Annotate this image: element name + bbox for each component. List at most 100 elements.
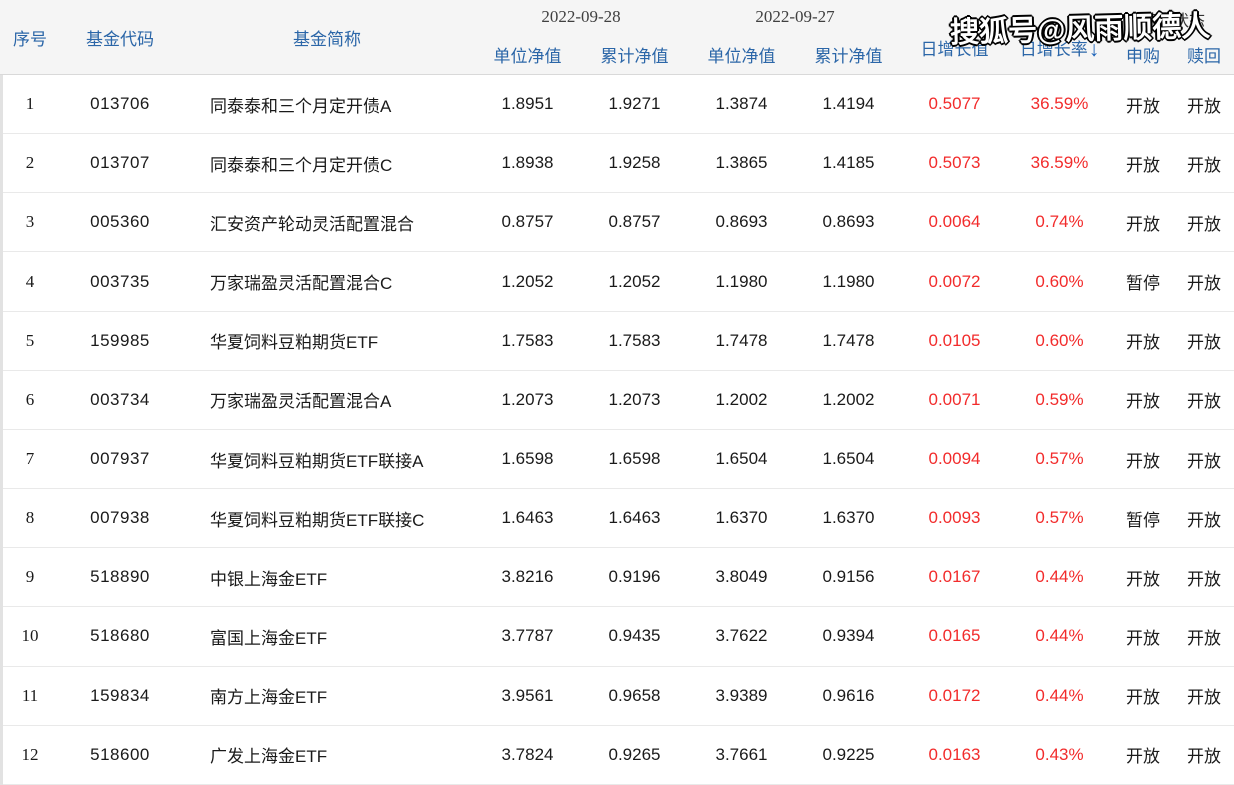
header-index: 序号 — [13, 29, 47, 49]
cum-nav-0928: 1.2052 — [608, 271, 661, 291]
table-row: 5 159985 华夏饲料豆粕期货ETF 1.7583 1.7583 1.747… — [0, 312, 1234, 371]
daily-growth-rate: 0.57% — [1035, 449, 1084, 469]
unit-nav-0928: 3.8216 — [501, 567, 554, 587]
redeem-status: 开放 — [1187, 96, 1221, 116]
purchase-status: 开放 — [1126, 155, 1160, 175]
header-unit-nav-1: 单位净值 — [493, 46, 562, 66]
fund-name-link[interactable]: 中银上海金ETF — [180, 565, 474, 590]
table-body: 1 013706 同泰泰和三个月定开债A 1.8951 1.9271 1.387… — [0, 75, 1234, 785]
purchase-status: 开放 — [1126, 451, 1160, 471]
daily-growth-value: 0.0094 — [928, 449, 981, 469]
fund-code-link[interactable]: 003735 — [60, 272, 180, 292]
daily-growth-rate: 0.43% — [1035, 744, 1084, 764]
daily-growth-rate: 36.59% — [1030, 94, 1089, 114]
table-row: 9 518890 中银上海金ETF 3.8216 0.9196 3.8049 0… — [0, 548, 1234, 608]
fund-name-link[interactable]: 华夏饲料豆粕期货ETF联接A — [180, 447, 474, 472]
daily-growth-value: 0.5073 — [928, 153, 981, 173]
sohu-author-watermark: 搜狐号@风雨顺德人 — [949, 10, 1211, 50]
unit-nav-0928: 1.2073 — [501, 389, 554, 409]
cum-nav-0927: 0.9156 — [822, 567, 875, 587]
fund-name-link[interactable]: 万家瑞盈灵活配置混合A — [180, 387, 474, 412]
table-row: 8 007938 华夏饲料豆粕期货ETF联接C 1.6463 1.6463 1.… — [0, 489, 1234, 549]
daily-growth-rate: 0.60% — [1035, 330, 1084, 350]
table-row: 6 003734 万家瑞盈灵活配置混合A 1.2073 1.2073 1.200… — [0, 371, 1234, 430]
redeem-status: 开放 — [1187, 155, 1221, 175]
cum-nav-0928: 1.6598 — [608, 449, 661, 469]
redeem-status: 开放 — [1187, 510, 1221, 530]
redeem-status: 开放 — [1187, 451, 1221, 471]
fund-code-link[interactable]: 518890 — [60, 567, 180, 587]
unit-nav-0928: 1.7583 — [501, 330, 554, 350]
daily-growth-value: 0.0093 — [928, 508, 981, 528]
fund-code-link[interactable]: 159834 — [60, 686, 180, 706]
cum-nav-0927: 1.2002 — [822, 389, 875, 409]
purchase-status: 暂停 — [1126, 510, 1160, 530]
fund-name-link[interactable]: 万家瑞盈灵活配置混合C — [180, 269, 474, 294]
purchase-status: 开放 — [1126, 214, 1160, 234]
unit-nav-0928: 1.2052 — [501, 271, 554, 291]
unit-nav-0928: 3.9561 — [501, 685, 554, 705]
unit-nav-0927: 3.8049 — [715, 567, 768, 587]
fund-code-link[interactable]: 003734 — [60, 390, 180, 410]
daily-growth-value: 0.0064 — [928, 212, 981, 232]
fund-code-link[interactable]: 007938 — [60, 508, 180, 528]
daily-growth-value: 0.0071 — [928, 389, 981, 409]
unit-nav-0927: 1.7478 — [715, 330, 768, 350]
cum-nav-0928: 1.6463 — [608, 508, 661, 528]
row-index: 9 — [25, 567, 35, 587]
daily-growth-value: 0.0163 — [928, 744, 981, 764]
daily-growth-rate: 0.60% — [1035, 271, 1084, 291]
purchase-status: 开放 — [1126, 392, 1160, 412]
row-index: 1 — [25, 94, 35, 114]
fund-code-link[interactable]: 013706 — [60, 94, 180, 114]
header-fund-name: 基金简称 — [293, 29, 361, 49]
table-row: 7 007937 华夏饲料豆粕期货ETF联接A 1.6598 1.6598 1.… — [0, 430, 1234, 490]
fund-code-link[interactable]: 005360 — [60, 212, 180, 232]
redeem-status: 开放 — [1187, 628, 1221, 648]
fund-name-link[interactable]: 华夏饲料豆粕期货ETF联接C — [180, 506, 474, 531]
daily-growth-rate: 0.44% — [1035, 626, 1084, 646]
fund-code-link[interactable]: 013707 — [60, 153, 180, 173]
unit-nav-0928: 1.6463 — [501, 508, 554, 528]
daily-growth-value: 0.5077 — [928, 94, 981, 114]
fund-name-link[interactable]: 富国上海金ETF — [180, 624, 474, 649]
cum-nav-0927: 1.7478 — [822, 330, 875, 350]
fund-name-link[interactable]: 汇安资产轮动灵活配置混合 — [180, 210, 474, 235]
daily-growth-value: 0.0172 — [928, 685, 981, 705]
row-index: 6 — [25, 389, 35, 409]
redeem-status: 开放 — [1187, 747, 1221, 767]
fund-code-link[interactable]: 159985 — [60, 331, 180, 351]
fund-name-link[interactable]: 同泰泰和三个月定开债A — [180, 92, 474, 117]
cum-nav-0928: 0.9265 — [608, 744, 661, 764]
cum-nav-0928: 1.9271 — [608, 94, 661, 114]
row-index: 3 — [25, 212, 35, 232]
redeem-status: 开放 — [1187, 214, 1221, 234]
cum-nav-0927: 0.9225 — [822, 744, 875, 764]
cum-nav-0928: 0.9196 — [608, 567, 661, 587]
table-row: 10 518680 富国上海金ETF 3.7787 0.9435 3.7622 … — [0, 607, 1234, 667]
purchase-status: 开放 — [1126, 569, 1160, 589]
fund-code-link[interactable]: 518680 — [60, 626, 180, 646]
fund-code-link[interactable]: 007937 — [60, 449, 180, 469]
unit-nav-0927: 1.3865 — [715, 153, 768, 173]
purchase-status: 开放 — [1126, 688, 1160, 708]
fund-code-link[interactable]: 518600 — [60, 745, 180, 765]
unit-nav-0928: 1.6598 — [501, 449, 554, 469]
purchase-status: 开放 — [1126, 333, 1160, 353]
fund-name-link[interactable]: 华夏饲料豆粕期货ETF — [180, 328, 474, 353]
unit-nav-0928: 1.8951 — [501, 94, 554, 114]
cum-nav-0928: 0.9658 — [608, 685, 661, 705]
cum-nav-0927: 1.6370 — [822, 508, 875, 528]
header-unit-nav-2: 单位净值 — [707, 46, 776, 66]
fund-name-link[interactable]: 同泰泰和三个月定开债C — [180, 151, 474, 176]
daily-growth-rate: 0.57% — [1035, 508, 1084, 528]
row-index: 5 — [25, 330, 35, 350]
fund-name-link[interactable]: 南方上海金ETF — [180, 683, 474, 708]
fund-name-link[interactable]: 广发上海金ETF — [180, 742, 474, 767]
unit-nav-0927: 3.7661 — [715, 744, 768, 764]
cum-nav-0928: 0.9435 — [608, 626, 661, 646]
table-row: 12 518600 广发上海金ETF 3.7824 0.9265 3.7661 … — [0, 726, 1234, 785]
fund-nav-table-page: 序号 基金代码 基金简称 2022-09-28 2022-09-27 单位净值 … — [0, 0, 1234, 785]
unit-nav-0927: 1.6504 — [715, 449, 768, 469]
cum-nav-0927: 1.4194 — [822, 94, 875, 114]
